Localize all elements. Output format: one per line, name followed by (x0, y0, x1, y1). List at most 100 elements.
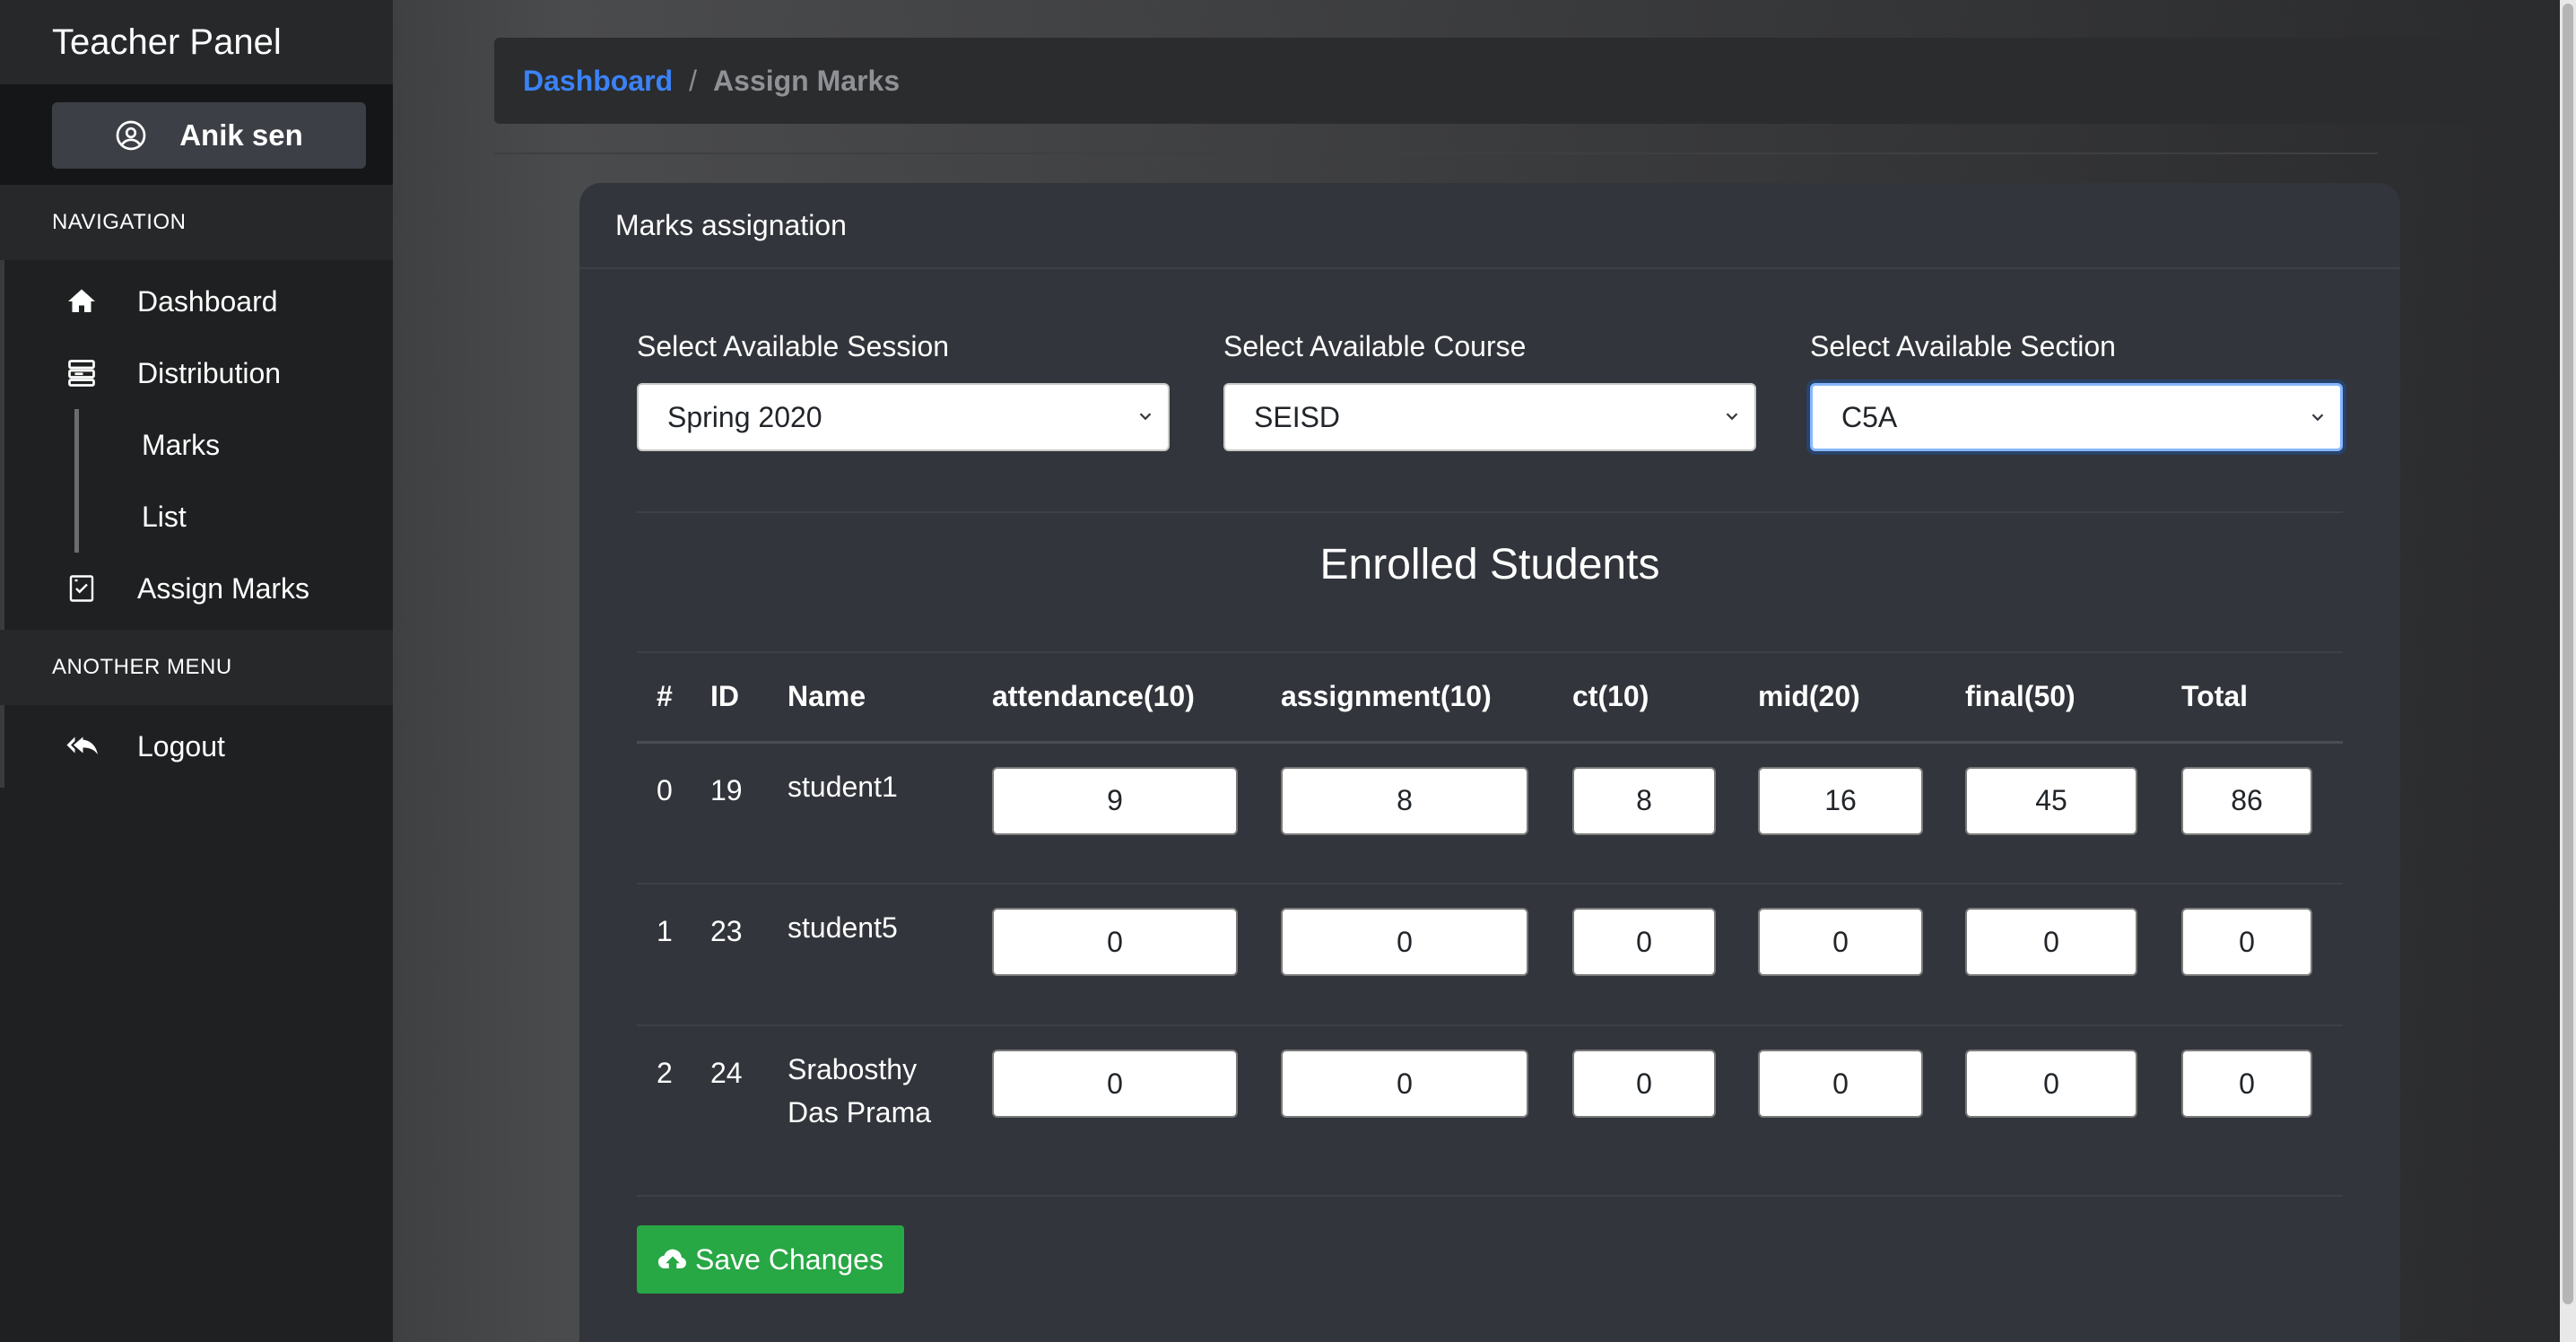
sidebar-item-logout[interactable]: Logout (4, 710, 393, 782)
assignment-input[interactable]: 0 (1281, 908, 1528, 976)
students-table: # ID Name attendance(10) assignment(10) … (637, 651, 2343, 1197)
col-header-mid: mid(20) (1738, 651, 1945, 744)
another-menu-heading: ANOTHER MENU (0, 630, 393, 705)
col-header-name: Name (768, 651, 972, 744)
sidebar-item-distribution[interactable]: Distribution (4, 337, 393, 409)
chevron-down-icon (1726, 413, 1738, 421)
user-circle-icon (116, 120, 146, 151)
section-field: Select Available Section C5A (1810, 330, 2343, 451)
section-value: C5A (1841, 400, 1898, 433)
total-input[interactable]: 0 (2181, 908, 2312, 976)
sidebar-item-assign-marks[interactable]: Assign Marks (4, 553, 393, 624)
ct-cell: 8 (1553, 742, 1738, 884)
row-name: student1 (768, 742, 972, 884)
mid-cell: 0 (1738, 884, 1945, 1026)
course-value: SEISD (1254, 400, 1341, 433)
section-label: Select Available Section (1810, 330, 2116, 362)
student-name: Srabosthy (788, 1053, 918, 1085)
server-icon (68, 360, 95, 387)
total-input[interactable]: 86 (2181, 766, 2312, 835)
sidebar-item-label: Distribution (137, 356, 282, 389)
chevron-down-icon (1139, 413, 1152, 421)
scrollbar[interactable] (2560, 0, 2576, 1342)
col-header-index: # (637, 651, 691, 744)
attendance-cell: 9 (972, 742, 1261, 884)
col-header-total: Total (2162, 651, 2343, 744)
divider (637, 511, 2343, 513)
user-button[interactable]: Anik sen (52, 102, 366, 169)
sidebar-item-list[interactable]: List (74, 481, 393, 553)
mid-input[interactable]: 0 (1758, 908, 1923, 976)
checklist-icon (69, 575, 94, 602)
mid-input[interactable]: 0 (1758, 1050, 1923, 1118)
save-changes-button[interactable]: Save Changes (637, 1225, 904, 1294)
session-value: Spring 2020 (667, 400, 822, 433)
mid-cell: 16 (1738, 742, 1945, 884)
assignment-input[interactable]: 8 (1281, 766, 1528, 835)
final-cell: 0 (1945, 884, 2162, 1026)
row-index: 1 (637, 884, 691, 1026)
brand-title: Teacher Panel (0, 0, 393, 84)
sidebar-item-label: Assign Marks (137, 571, 310, 605)
final-input[interactable]: 0 (1965, 908, 2137, 976)
student-name-line2: Das Prama (788, 1096, 932, 1128)
reply-all-icon (66, 736, 98, 754)
assignment-cell: 8 (1261, 742, 1553, 884)
col-header-assignment: assignment(10) (1261, 651, 1553, 744)
session-select[interactable]: Spring 2020 (637, 383, 1170, 451)
course-select[interactable]: SEISD (1223, 383, 1756, 451)
sidebar: Teacher Panel Anik sen NAVIGATION Dashbo… (0, 0, 393, 1342)
attendance-cell: 0 (972, 1025, 1261, 1197)
save-changes-label: Save Changes (695, 1242, 883, 1276)
mid-input[interactable]: 16 (1758, 766, 1923, 835)
nav-group: Dashboard Distribution Marks List Assign… (0, 260, 393, 630)
breadcrumb-link-dashboard[interactable]: Dashboard (523, 65, 673, 98)
sidebar-item-marks[interactable]: Marks (74, 409, 393, 481)
row-id: 19 (691, 742, 768, 884)
cloud-upload-icon (657, 1249, 687, 1268)
home-icon (68, 289, 95, 312)
ct-cell: 0 (1553, 1025, 1738, 1197)
student-name: student5 (788, 911, 898, 944)
attendance-cell: 0 (972, 884, 1261, 1026)
sidebar-item-label: Dashboard (137, 284, 278, 318)
section-select[interactable]: C5A (1810, 383, 2343, 451)
divider (494, 152, 2378, 154)
final-cell: 0 (1945, 1025, 2162, 1197)
row-index: 2 (637, 1025, 691, 1197)
table-title: Enrolled Students (1319, 541, 1660, 588)
col-header-id: ID (691, 651, 768, 744)
course-field: Select Available Course SEISD (1223, 330, 1756, 451)
ct-cell: 0 (1553, 884, 1738, 1026)
row-id: 24 (691, 1025, 768, 1197)
breadcrumb: Dashboard / Assign Marks (494, 38, 2485, 124)
col-header-final: final(50) (1945, 651, 2162, 744)
ct-input[interactable]: 0 (1572, 1050, 1716, 1118)
total-cell: 86 (2162, 742, 2343, 884)
assignment-cell: 0 (1261, 884, 1553, 1026)
student-name: student1 (788, 770, 898, 803)
card-title: Marks assignation (579, 183, 2400, 269)
table-row: 1 23 student5 0 0 0 0 0 0 (637, 884, 2343, 1026)
total-input[interactable]: 0 (2181, 1050, 2312, 1118)
nav-group-another: Logout (0, 705, 393, 788)
table-row: 2 24 Srabosthy Das Prama 0 0 0 0 0 0 (637, 1025, 2343, 1197)
attendance-input[interactable]: 0 (992, 1050, 1238, 1118)
row-name: Srabosthy Das Prama (768, 1025, 972, 1197)
ct-input[interactable]: 8 (1572, 766, 1716, 835)
row-id: 23 (691, 884, 768, 1026)
final-cell: 45 (1945, 742, 2162, 884)
attendance-input[interactable]: 0 (992, 908, 1238, 976)
students-table-wrap: # ID Name attendance(10) assignment(10) … (637, 651, 2343, 1197)
filter-row: Select Available Session Spring 2020 Sel… (637, 330, 2343, 451)
final-input[interactable]: 45 (1965, 766, 2137, 835)
sidebar-item-dashboard[interactable]: Dashboard (4, 266, 393, 337)
chevron-down-icon (2311, 414, 2324, 422)
final-input[interactable]: 0 (1965, 1050, 2137, 1118)
col-header-ct: ct(10) (1553, 651, 1738, 744)
col-header-attendance: attendance(10) (972, 651, 1261, 744)
attendance-input[interactable]: 9 (992, 766, 1238, 835)
ct-input[interactable]: 0 (1572, 908, 1716, 976)
scrollbar-thumb[interactable] (2563, 4, 2573, 1304)
assignment-input[interactable]: 0 (1281, 1050, 1528, 1118)
